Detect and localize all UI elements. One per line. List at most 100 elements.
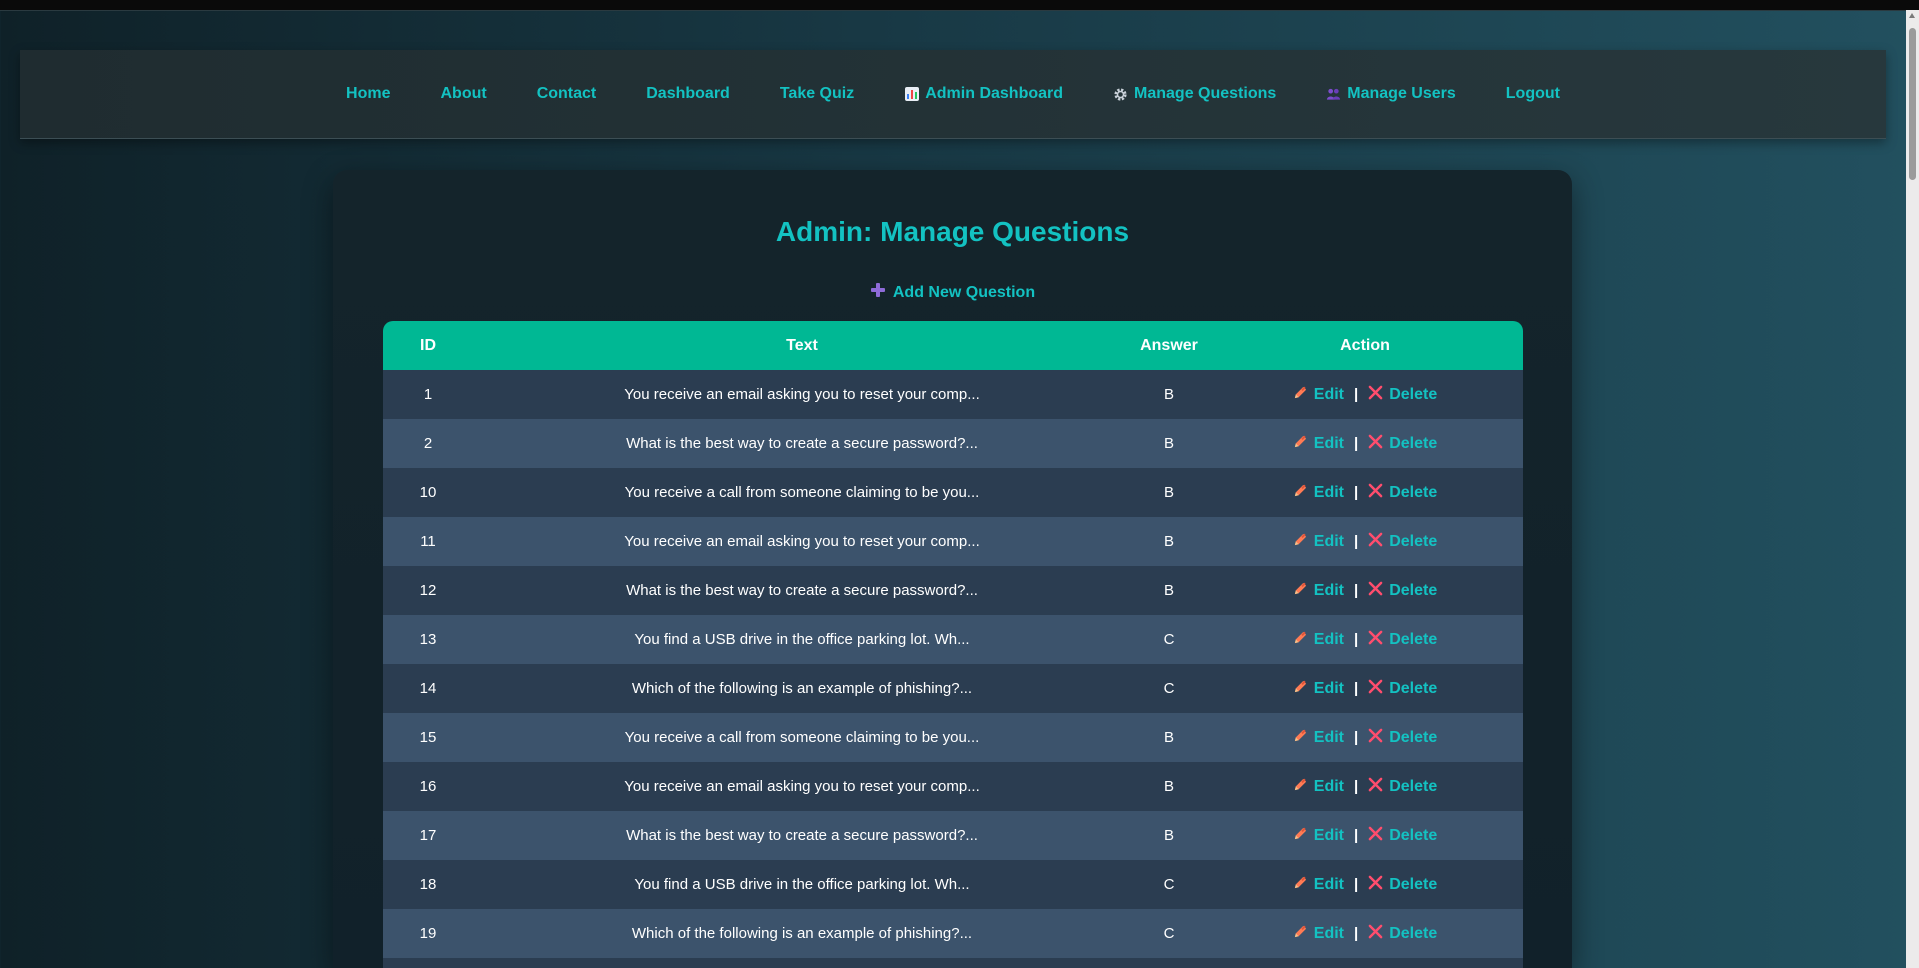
edit-link[interactable]: Edit bbox=[1293, 777, 1344, 797]
gear-icon bbox=[1113, 87, 1128, 102]
cell-id: 2 bbox=[423, 435, 433, 452]
delete-link[interactable]: Delete bbox=[1368, 875, 1437, 895]
pencil-icon bbox=[1293, 679, 1308, 699]
action-separator: | bbox=[1353, 827, 1359, 844]
delete-link[interactable]: Delete bbox=[1368, 581, 1437, 601]
cell-id: 20 bbox=[383, 958, 473, 968]
pencil-icon bbox=[1293, 581, 1308, 601]
cell-answer: B bbox=[1163, 582, 1174, 599]
add-new-question-link[interactable]: Add New Question bbox=[333, 282, 1572, 303]
nav-item-manage-questions[interactable]: Manage Questions bbox=[1088, 85, 1301, 103]
edit-link[interactable]: Edit bbox=[1293, 826, 1344, 846]
cell-answer: B bbox=[1163, 533, 1174, 550]
nav-item-label: Manage Questions bbox=[1134, 85, 1277, 102]
table-row: 14 Which of the following is an example o… bbox=[383, 664, 1523, 713]
table-row: 12 What is the best way to create a secur… bbox=[383, 566, 1523, 615]
cell-id: 16 bbox=[419, 778, 437, 795]
cell-text: You receive an email asking you to reset… bbox=[624, 386, 980, 403]
edit-link[interactable]: Edit bbox=[1293, 483, 1344, 503]
delete-link[interactable]: Delete bbox=[1368, 924, 1437, 944]
edit-link[interactable]: Edit bbox=[1293, 581, 1344, 601]
cell-action: Edit | Delete bbox=[1207, 811, 1523, 860]
cell-text: Which of the following is an example of … bbox=[631, 680, 973, 697]
table-row: 13 You find a USB drive in the office par… bbox=[383, 615, 1523, 664]
edit-link[interactable]: Edit bbox=[1293, 875, 1344, 895]
edit-link[interactable]: Edit bbox=[1293, 924, 1344, 944]
cell-answer: B bbox=[1131, 958, 1207, 968]
edit-label: Edit bbox=[1313, 875, 1344, 893]
table-row: 1 You receive an email asking you to rese… bbox=[383, 370, 1523, 419]
cell-text: What is the best way to create a secure … bbox=[626, 435, 978, 452]
cross-icon bbox=[1368, 581, 1383, 601]
table-row: 18 You find a USB drive in the office par… bbox=[383, 860, 1523, 909]
edit-link[interactable]: Edit bbox=[1293, 728, 1344, 748]
cell-answer: B bbox=[1163, 386, 1174, 403]
action-separator: | bbox=[1353, 876, 1359, 893]
edit-link[interactable]: Edit bbox=[1293, 630, 1344, 650]
nav-item-manage-users[interactable]: Manage Users bbox=[1301, 85, 1481, 103]
pencil-icon bbox=[1293, 385, 1308, 405]
nav-item-label: Admin Dashboard bbox=[925, 85, 1064, 102]
nav-item-take-quiz[interactable]: Take Quiz bbox=[755, 85, 879, 103]
edit-label: Edit bbox=[1313, 434, 1344, 452]
scroll-up-arrow-icon[interactable] bbox=[1909, 13, 1915, 18]
cross-icon bbox=[1368, 630, 1383, 650]
action-separator: | bbox=[1353, 631, 1359, 648]
cell-id: 14 bbox=[419, 680, 437, 697]
delete-link[interactable]: Delete bbox=[1368, 630, 1437, 650]
row-actions: Edit | Delete bbox=[1293, 483, 1437, 503]
action-separator: | bbox=[1353, 729, 1359, 746]
nav-item-label: Take Quiz bbox=[779, 85, 855, 102]
browser-top-strip bbox=[0, 0, 1919, 11]
delete-link[interactable]: Delete bbox=[1368, 826, 1437, 846]
nav-item-dashboard[interactable]: Dashboard bbox=[621, 85, 755, 103]
nav-item-label: Manage Users bbox=[1347, 85, 1456, 102]
table-row: 10 You receive a call from someone claimi… bbox=[383, 468, 1523, 517]
delete-label: Delete bbox=[1389, 777, 1438, 795]
row-actions: Edit | Delete bbox=[1293, 826, 1437, 846]
cell-action: Edit | Delete bbox=[1207, 762, 1523, 811]
action-separator: | bbox=[1353, 484, 1359, 501]
edit-label: Edit bbox=[1313, 777, 1344, 795]
cell-id: 1 bbox=[423, 386, 433, 403]
nav-item-logout[interactable]: Logout bbox=[1481, 85, 1585, 103]
action-separator: | bbox=[1353, 435, 1359, 452]
edit-link[interactable]: Edit bbox=[1293, 434, 1344, 454]
cross-icon bbox=[1368, 483, 1383, 503]
page-title: Admin: Manage Questions bbox=[775, 216, 1130, 247]
header-answer: Answer bbox=[1140, 336, 1198, 354]
nav-item-home[interactable]: Home bbox=[321, 85, 415, 103]
cell-answer: B bbox=[1163, 435, 1174, 452]
delete-link[interactable]: Delete bbox=[1368, 679, 1437, 699]
delete-link[interactable]: Delete bbox=[1368, 728, 1437, 748]
cell-text: What is the best way to create a secure … bbox=[626, 827, 978, 844]
edit-link[interactable]: Edit bbox=[1293, 679, 1344, 699]
cell-id: 17 bbox=[419, 827, 437, 844]
header-id: ID bbox=[420, 336, 436, 354]
delete-link[interactable]: Delete bbox=[1368, 777, 1437, 797]
delete-link[interactable]: Delete bbox=[1368, 483, 1437, 503]
delete-link[interactable]: Delete bbox=[1368, 434, 1437, 454]
header-action: Action bbox=[1340, 336, 1390, 354]
page-scrollbar[interactable] bbox=[1906, 10, 1919, 968]
scrollbar-thumb[interactable] bbox=[1909, 28, 1916, 180]
cell-action: Edit | Delete bbox=[1207, 566, 1523, 615]
cell-action: Edit | Delete bbox=[1207, 468, 1523, 517]
edit-label: Edit bbox=[1313, 728, 1344, 746]
edit-link[interactable]: Edit bbox=[1293, 385, 1344, 405]
edit-link[interactable]: Edit bbox=[1293, 532, 1344, 552]
cell-action: Edit | Delete bbox=[1207, 615, 1523, 664]
nav-item-about[interactable]: About bbox=[415, 85, 511, 103]
cell-answer: B bbox=[1163, 484, 1174, 501]
nav-item-contact[interactable]: Contact bbox=[512, 85, 622, 103]
action-separator: | bbox=[1353, 582, 1359, 599]
delete-link[interactable]: Delete bbox=[1368, 532, 1437, 552]
edit-label: Edit bbox=[1313, 532, 1344, 550]
row-actions: Edit | Delete bbox=[1293, 679, 1437, 699]
cell-answer: B bbox=[1163, 827, 1174, 844]
delete-link[interactable]: Delete bbox=[1368, 385, 1437, 405]
cross-icon bbox=[1368, 434, 1383, 454]
nav-item-admin-dashboard[interactable]: Admin Dashboard bbox=[879, 85, 1088, 103]
row-actions: Edit | Delete bbox=[1293, 581, 1437, 601]
cell-text: You receive a call from someone claiming… bbox=[624, 729, 980, 746]
